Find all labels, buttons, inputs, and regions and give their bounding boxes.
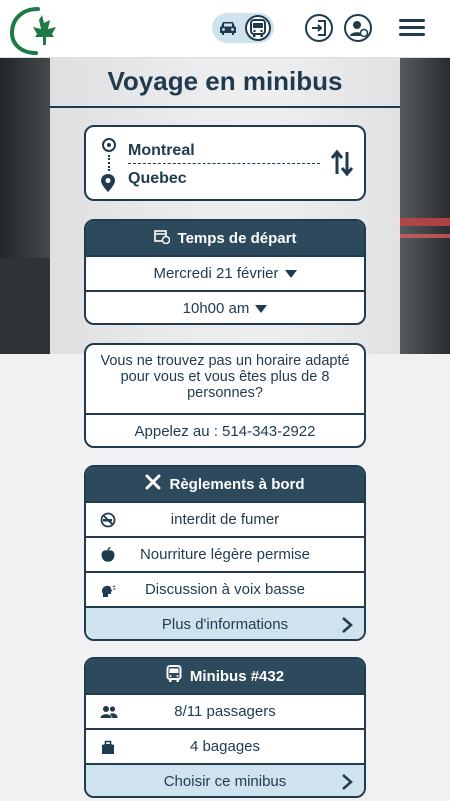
- rules-header-label: Règlements à bord: [169, 475, 305, 493]
- rule-label: interdit de fumer: [170, 511, 280, 528]
- choose-minibus-button[interactable]: Choisir ce minibus: [86, 763, 364, 796]
- title-divider: [50, 106, 400, 108]
- departure-header-label: Temps de départ: [177, 229, 297, 247]
- bus-icon: [166, 665, 182, 687]
- rule-label: Discussion à voix basse: [144, 581, 306, 598]
- departure-date-select[interactable]: Mercredi 21 février: [86, 255, 364, 290]
- login-icon[interactable]: [305, 14, 333, 42]
- more-info-label: Plus d'informations: [161, 616, 289, 633]
- hamburger-icon[interactable]: [399, 16, 425, 40]
- destination-pin-icon: [100, 173, 116, 193]
- destination-field[interactable]: Quebec: [128, 170, 187, 188]
- car-icon[interactable]: [217, 17, 239, 39]
- bus-icon[interactable]: [245, 15, 271, 41]
- departure-header: Temps de départ: [86, 221, 364, 255]
- route-selector[interactable]: Montreal Quebec: [84, 125, 366, 201]
- apple-icon: [100, 547, 116, 563]
- origin-field[interactable]: Montreal: [128, 142, 195, 160]
- origin-pin-icon: [102, 138, 116, 152]
- onboard-rules-card: Règlements à bord interdit de fumer Nour…: [84, 465, 366, 641]
- caret-down-icon: [284, 269, 297, 278]
- bags-row: 4 bagages: [86, 728, 364, 763]
- calendar-clock-icon: [153, 228, 170, 248]
- page-title: Voyage en minibus: [107, 66, 343, 96]
- no-smoking-icon: [100, 512, 116, 528]
- group-help-card: Vous ne trouvez pas un horaire adapté po…: [84, 343, 366, 448]
- chevron-right-icon: [340, 773, 354, 791]
- passengers-icon: [100, 704, 118, 720]
- caret-down-icon: [255, 304, 268, 313]
- transport-mode-toggle[interactable]: [212, 13, 274, 43]
- cross-tools-icon: [145, 474, 161, 494]
- rules-header: Règlements à bord: [86, 467, 364, 501]
- minibus-header-label: Minibus #432: [189, 667, 285, 685]
- swap-route-icon[interactable]: [330, 149, 354, 177]
- account-icon[interactable]: [344, 14, 372, 42]
- passengers-value: 8/11 passagers: [174, 703, 276, 720]
- route-separator: [128, 163, 320, 164]
- departure-date-value: Mercredi 21 février: [153, 265, 279, 282]
- more-info-button[interactable]: Plus d'informations: [86, 606, 364, 639]
- route-dots: [108, 155, 110, 171]
- bags-value: 4 bagages: [189, 738, 261, 755]
- departure-card: Temps de départ Mercredi 21 février 10h0…: [84, 219, 366, 325]
- rule-label: Nourriture légère permise: [139, 546, 311, 563]
- choose-minibus-label: Choisir ce minibus: [163, 773, 287, 790]
- group-help-message: Vous ne trouvez pas un horaire adapté po…: [100, 353, 350, 401]
- speaking-head-icon: [100, 582, 116, 598]
- departure-time-value: 10h00 am: [182, 300, 250, 317]
- luggage-icon: [100, 739, 116, 755]
- chevron-right-icon: [340, 616, 354, 634]
- minibus-card: Minibus #432 8/11 passagers 4 bagages Ch…: [84, 657, 366, 798]
- booking-panel: Voyage en minibus Montreal Quebec Temps …: [50, 58, 400, 801]
- maple-leaf-logo[interactable]: [8, 5, 62, 55]
- passengers-row: 8/11 passagers: [86, 693, 364, 728]
- top-bar: [0, 0, 450, 58]
- phone-link[interactable]: Appelez au : 514-343-2922: [86, 413, 364, 446]
- rule-row: interdit de fumer: [86, 501, 364, 536]
- departure-time-select[interactable]: 10h00 am: [86, 290, 364, 323]
- minibus-header: Minibus #432: [86, 659, 364, 693]
- rule-row: Nourriture légère permise: [86, 536, 364, 571]
- rule-row: Discussion à voix basse: [86, 571, 364, 606]
